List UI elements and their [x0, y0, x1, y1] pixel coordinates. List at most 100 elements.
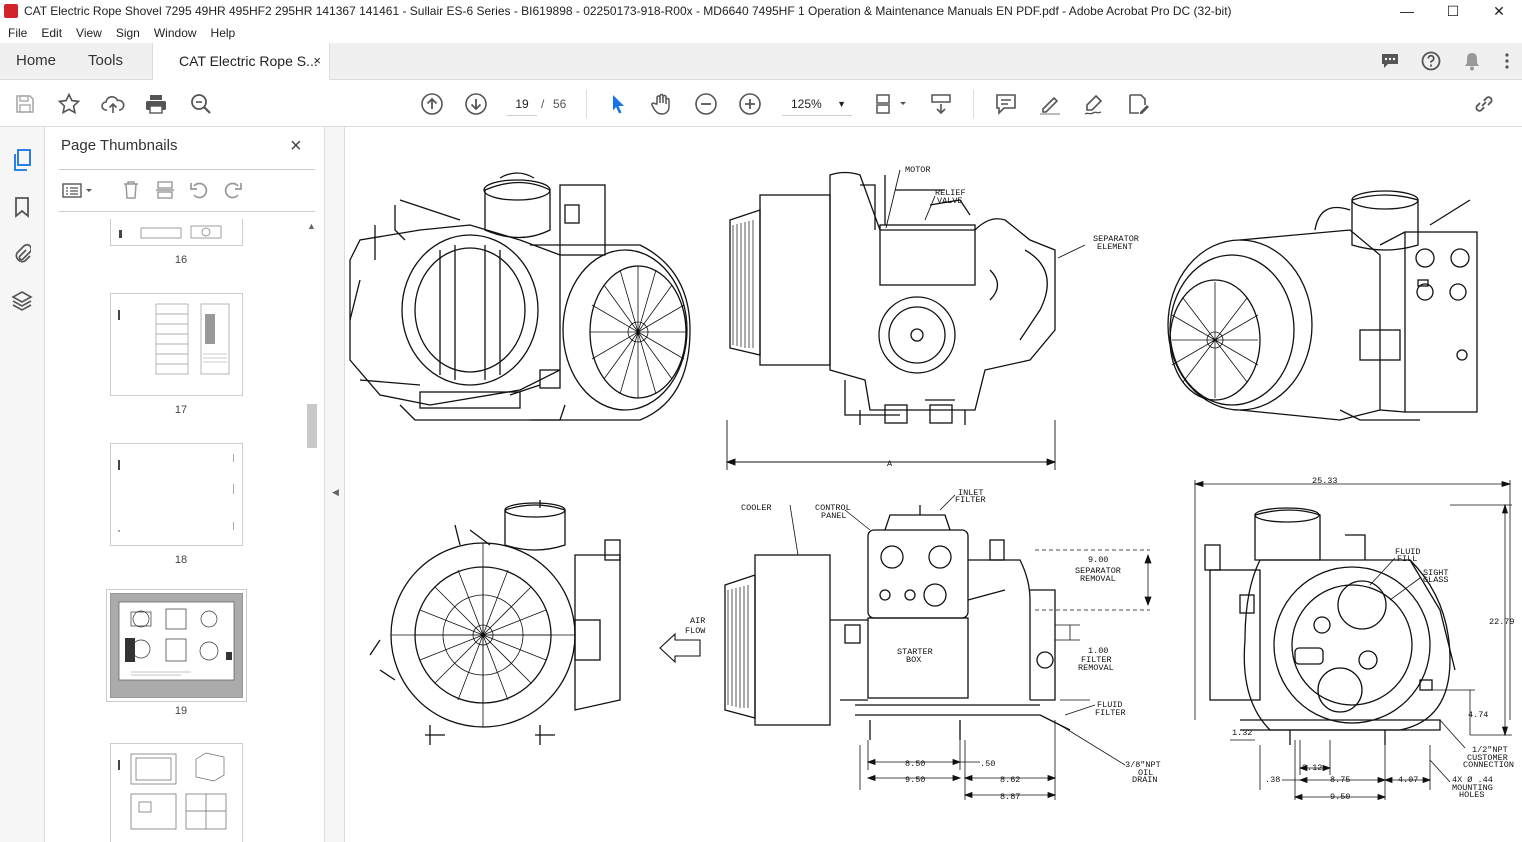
- page-thumbnails-icon[interactable]: [11, 149, 33, 171]
- layers-icon[interactable]: [11, 290, 33, 312]
- air-flow-arrow: [659, 632, 701, 664]
- help-icon[interactable]: [1420, 50, 1442, 72]
- dim-separator-removal: 9.00: [1088, 555, 1108, 565]
- zoom-out-icon[interactable]: [694, 92, 718, 116]
- fill-sign-icon[interactable]: [1126, 92, 1150, 116]
- close-window-button[interactable]: ✕: [1476, 0, 1522, 22]
- dim-3-12: 3.12: [1302, 763, 1322, 773]
- dim-1-32: 1.32: [1232, 728, 1252, 738]
- more-options-icon[interactable]: [1502, 50, 1512, 72]
- panel-title: Page Thumbnails: [61, 137, 178, 154]
- bookmark-star-icon[interactable]: [57, 92, 81, 116]
- maximize-button[interactable]: ☐: [1430, 0, 1476, 22]
- select-cursor-icon[interactable]: [606, 92, 630, 116]
- label-sight-glass: GLASS: [1423, 575, 1449, 585]
- share-link-icon[interactable]: [1472, 92, 1496, 116]
- page-separator: /: [541, 97, 545, 111]
- tab-document-label: CAT Electric Rope S...: [179, 53, 318, 69]
- attachments-paperclip-icon[interactable]: [11, 242, 33, 264]
- label-oil-drain: DRAIN: [1132, 775, 1158, 785]
- toolbar-divider: [973, 90, 974, 118]
- page-thumbnail-18[interactable]: [110, 443, 243, 546]
- label-air-flow: FLOW: [685, 626, 706, 636]
- dim-a: A: [887, 459, 893, 469]
- panel-close-icon[interactable]: ×: [290, 135, 302, 158]
- label-customer-connection: CONNECTION: [1463, 760, 1514, 770]
- label-control-panel: PANEL: [821, 511, 847, 521]
- collapse-arrow-icon: ◀: [332, 487, 339, 497]
- dim-9-50: 9.50: [905, 775, 925, 785]
- acrobat-logo-icon: [4, 4, 18, 18]
- zoom-level-value: 125%: [791, 97, 822, 111]
- tab-home[interactable]: Home: [16, 43, 56, 79]
- isometric-front-view: [349, 172, 691, 421]
- menu-edit[interactable]: Edit: [41, 26, 62, 40]
- window-title: CAT Electric Rope Shovel 7295 49HR 495HF…: [24, 4, 1232, 18]
- toolbar-divider: [586, 90, 587, 118]
- save-icon[interactable]: [13, 92, 37, 116]
- menu-bar: File Edit View Sign Window Help: [0, 22, 1522, 43]
- print-icon[interactable]: [144, 92, 168, 116]
- hand-tool-icon[interactable]: [650, 92, 674, 116]
- thumbnail-options-icon[interactable]: [59, 179, 97, 201]
- draw-freeform-icon[interactable]: [1082, 92, 1106, 116]
- current-page-input[interactable]: 19: [507, 92, 537, 116]
- zoom-level-select[interactable]: 125% ▼: [782, 92, 852, 116]
- zoom-search-icon[interactable]: [189, 92, 213, 116]
- divider: [59, 169, 315, 170]
- add-comment-icon[interactable]: [994, 92, 1018, 116]
- menu-file[interactable]: File: [8, 26, 27, 40]
- menu-window[interactable]: Window: [154, 26, 197, 40]
- thumbnail-list: 16 17 18 19: [59, 219, 303, 842]
- tab-close-icon[interactable]: ×: [313, 43, 321, 79]
- label-cooler: COOLER: [741, 503, 772, 513]
- dim-8-50: 8.50: [905, 759, 925, 769]
- delete-page-icon[interactable]: [119, 179, 143, 201]
- label-separator-element: ELEMENT: [1097, 242, 1133, 252]
- tab-document[interactable]: CAT Electric Rope S... ×: [152, 43, 330, 80]
- menu-help[interactable]: Help: [211, 26, 236, 40]
- dim-8-75: 8.75: [1330, 775, 1350, 785]
- rotate-clockwise-icon[interactable]: [221, 179, 245, 201]
- highlight-pen-icon[interactable]: [1038, 92, 1062, 116]
- thumbnail-label: 19: [174, 705, 188, 717]
- previous-page-icon[interactable]: [420, 92, 444, 116]
- menu-sign[interactable]: Sign: [116, 26, 140, 40]
- thumbnail-scrollbar[interactable]: ▲: [305, 219, 319, 842]
- bookmarks-icon[interactable]: [11, 196, 33, 218]
- extract-pages-icon[interactable]: [153, 179, 177, 201]
- dim-0-50: .50: [980, 759, 995, 769]
- label-air-flow: AIR: [690, 616, 705, 626]
- upload-cloud-icon[interactable]: [101, 92, 125, 116]
- end-view: [369, 500, 621, 745]
- minimize-button[interactable]: —: [1384, 0, 1430, 22]
- tab-tools[interactable]: Tools: [88, 43, 123, 79]
- thumbnail-label: 18: [174, 554, 188, 566]
- compressor-drawing: MOTOR RELIEF VALVE SEPARATOR ELEMENT A C…: [349, 165, 1515, 802]
- isometric-rear-view: [1167, 190, 1478, 421]
- scroll-up-icon[interactable]: ▲: [307, 221, 316, 231]
- label-filter-removal: REMOVAL: [1078, 663, 1114, 673]
- left-navigation-rail: [0, 127, 45, 842]
- page-thumbnail-20[interactable]: [110, 743, 243, 842]
- scroll-mode-icon[interactable]: [929, 92, 953, 116]
- label-relief-valve: VALVE: [937, 196, 963, 206]
- panel-collapse-handle[interactable]: ◀: [325, 127, 345, 842]
- label-separator-removal: REMOVAL: [1080, 574, 1116, 584]
- page-thumbnail-16[interactable]: [110, 219, 243, 246]
- dim-4-07: 4.07: [1398, 775, 1418, 785]
- page-thumbnail-17[interactable]: [110, 293, 243, 396]
- zoom-in-icon[interactable]: [738, 92, 762, 116]
- menu-view[interactable]: View: [76, 26, 102, 40]
- document-view: MOTOR RELIEF VALVE SEPARATOR ELEMENT A C…: [345, 127, 1522, 842]
- rotate-counterclockwise-icon[interactable]: [187, 179, 211, 201]
- tab-bar: Home Tools CAT Electric Rope S... ×: [0, 43, 1522, 80]
- page-display-icon[interactable]: [874, 92, 908, 116]
- divider: [59, 211, 315, 212]
- comment-bubble-icon[interactable]: [1379, 50, 1401, 72]
- notifications-bell-icon[interactable]: [1461, 50, 1483, 72]
- page-thumbnail-19[interactable]: [106, 589, 247, 702]
- scrollbar-thumb[interactable]: [307, 404, 317, 448]
- label-inlet-filter: FILTER: [955, 495, 986, 505]
- next-page-icon[interactable]: [464, 92, 488, 116]
